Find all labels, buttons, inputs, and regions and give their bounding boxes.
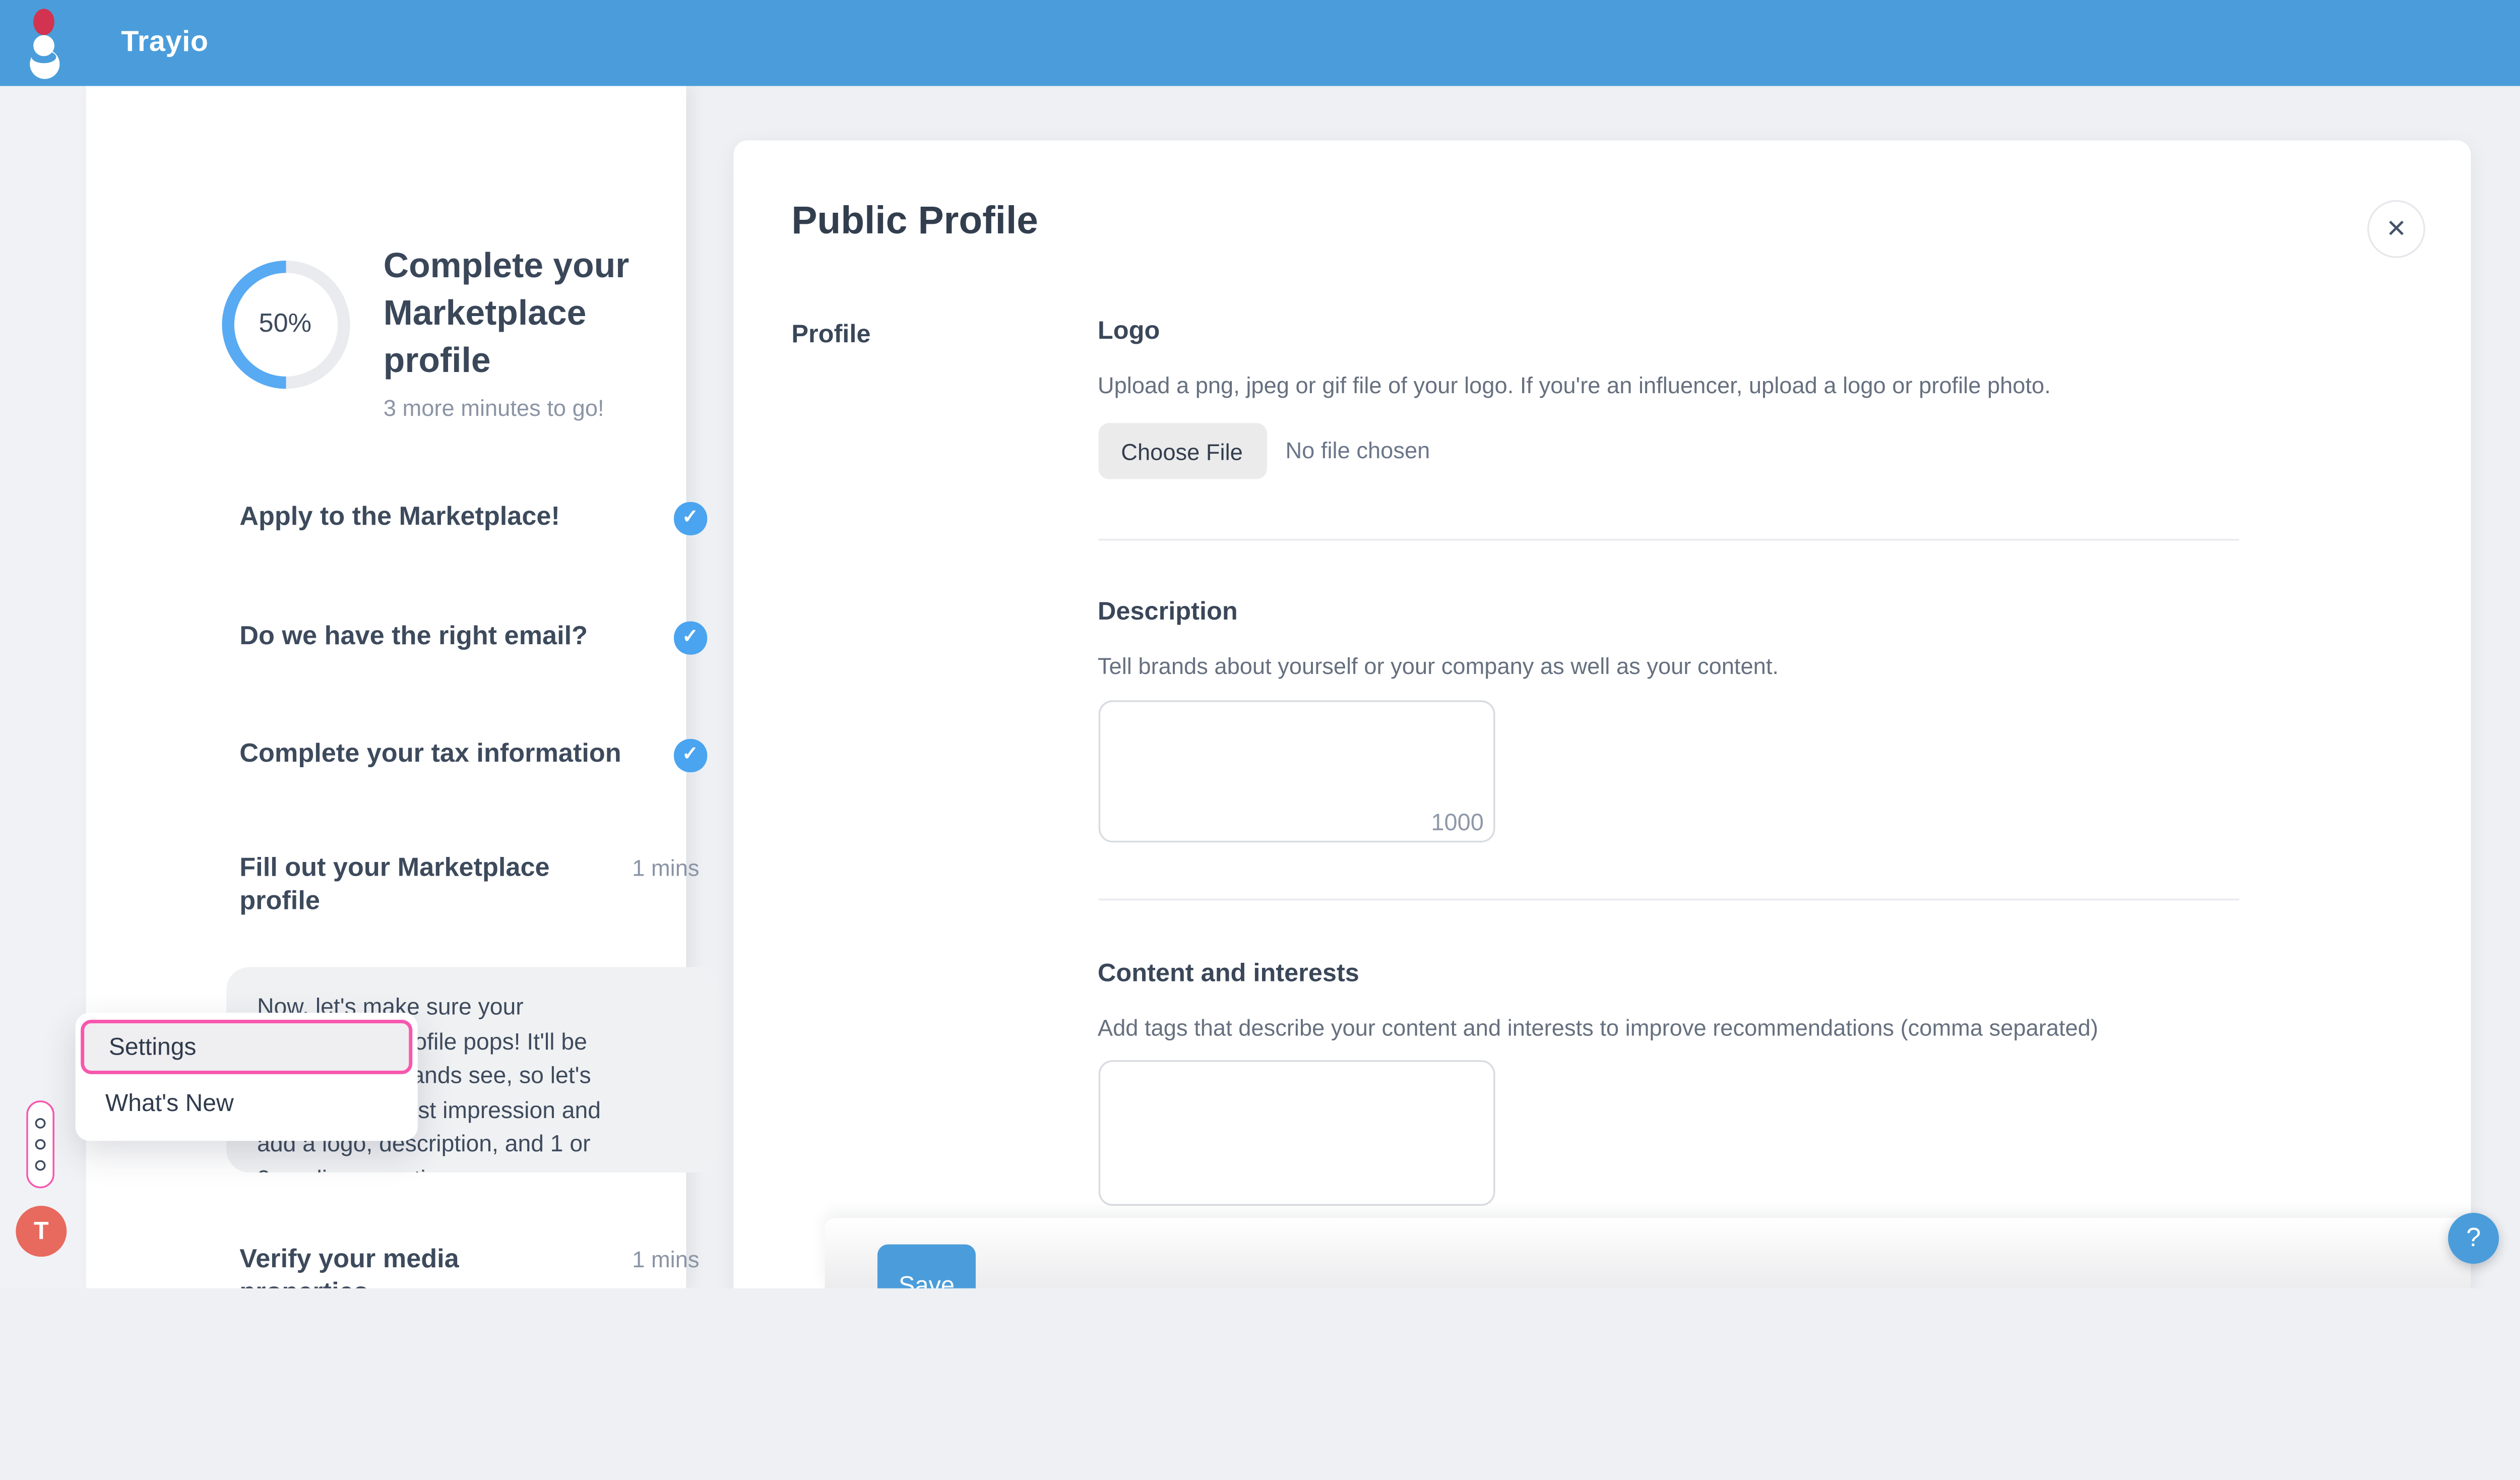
task-label: Apply to the Marketplace!: [239, 502, 719, 534]
description-char-counter: 1000: [1414, 809, 1484, 835]
page-title: Public Profile: [791, 198, 1038, 244]
menu-item-settings[interactable]: Settings: [81, 1019, 412, 1073]
task-label: Do we have the right email?: [239, 622, 719, 654]
task-label: Complete your tax information: [239, 739, 719, 771]
kebab-menu-handle[interactable]: [26, 1100, 54, 1188]
app-title: Trayio: [121, 0, 208, 86]
app-window: Trayio 50% Complete your Marketplace pro…: [0, 0, 2520, 1288]
tags-textarea[interactable]: [1098, 1060, 1494, 1206]
task-verify-media-properties[interactable]: Verify your media properties 1 mins: [239, 1245, 719, 1288]
brand-logo-icon[interactable]: [26, 9, 61, 79]
kebab-dot-icon: [35, 1160, 46, 1171]
section-divider: [1098, 899, 2238, 900]
section-divider: [1098, 539, 2238, 540]
check-icon: ✓: [674, 622, 706, 654]
task-duration: 1 mins: [632, 855, 699, 881]
task-apply-marketplace[interactable]: Apply to the Marketplace! ✓: [239, 502, 719, 534]
file-chosen-status: No file chosen: [1285, 437, 1430, 463]
kebab-dot-icon: [35, 1139, 46, 1150]
close-button[interactable]: ✕: [2367, 200, 2425, 258]
check-icon: ✓: [674, 502, 706, 534]
choose-file-button[interactable]: Choose File: [1098, 423, 1266, 479]
task-right-email[interactable]: Do we have the right email? ✓: [239, 622, 719, 654]
progress-ring: 50%: [218, 258, 352, 392]
description-field-help: Tell brands about yourself or your compa…: [1098, 653, 1779, 679]
profile-section-label: Profile: [791, 321, 870, 349]
logo-field-help: Upload a png, jpeg or gif file of your l…: [1098, 372, 2051, 398]
form-footer-bar: Save: [825, 1218, 2471, 1288]
check-icon: ✓: [674, 739, 706, 771]
context-menu: Settings What's New: [76, 1013, 418, 1141]
public-profile-panel: Public Profile ✕ Profile Logo Upload a p…: [733, 141, 2471, 1288]
help-button[interactable]: ?: [2448, 1213, 2499, 1264]
kebab-dot-icon: [35, 1118, 46, 1129]
tags-field-label: Content and interests: [1098, 960, 1359, 989]
logo-head-shape: [33, 35, 54, 56]
task-tax-information[interactable]: Complete your tax information ✓: [239, 739, 719, 771]
top-nav-bar: Trayio: [0, 0, 2520, 86]
close-icon: ✕: [2386, 214, 2407, 242]
menu-item-whats-new[interactable]: What's New: [81, 1081, 412, 1127]
user-avatar[interactable]: T: [16, 1206, 67, 1257]
description-field-label: Description: [1098, 598, 1238, 627]
tags-field-help: Add tags that describe your content and …: [1098, 1015, 2098, 1041]
checklist-title: Complete your Marketplace profile: [384, 244, 629, 386]
logo-field-label: Logo: [1098, 318, 1160, 346]
logo-red-dot: [33, 9, 54, 35]
save-button[interactable]: Save: [877, 1245, 976, 1288]
checklist-subtitle: 3 more minutes to go!: [384, 395, 604, 421]
task-duration: 1 mins: [632, 1246, 699, 1272]
progress-percent-label: 50%: [218, 258, 352, 392]
task-fill-marketplace-profile[interactable]: Fill out your Marketplace profile 1 mins: [239, 853, 719, 918]
